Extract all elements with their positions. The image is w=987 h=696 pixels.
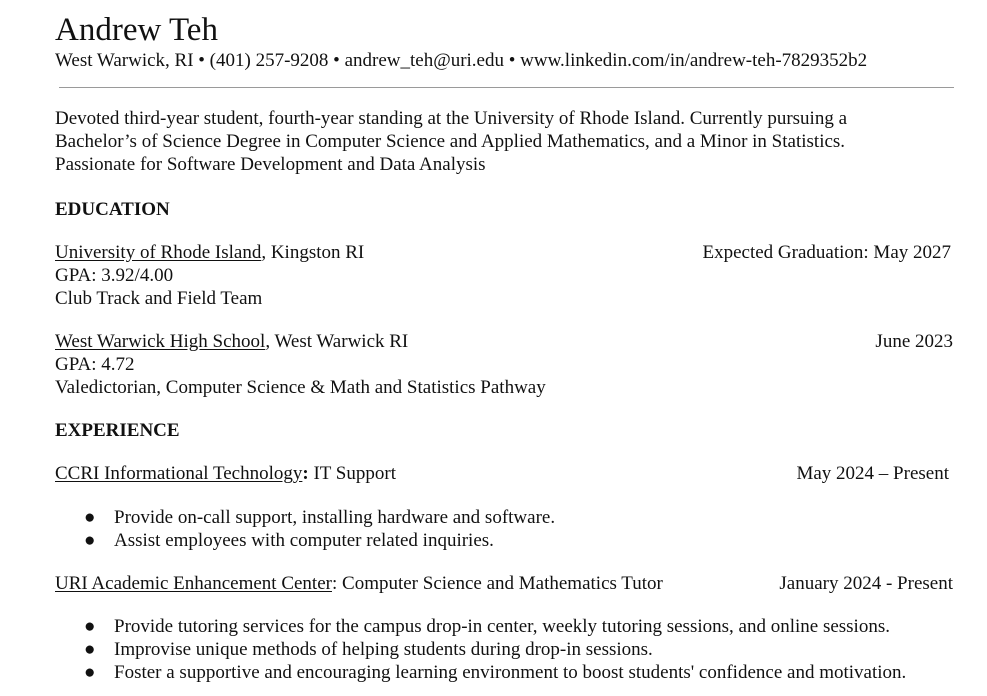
- education-entry-title: University of Rhode Island, Kingston RI: [55, 241, 364, 264]
- summary-line: Passionate for Software Development and …: [55, 154, 486, 175]
- institution-name: University of Rhode Island: [55, 242, 262, 263]
- institution-location: , Kingston RI: [261, 242, 365, 263]
- organization-name: URI Academic Enhancement Center: [55, 573, 332, 594]
- education-detail: GPA: 4.72: [55, 354, 135, 375]
- experience-date: January 2024 - Present: [779, 573, 953, 594]
- education-detail: Club Track and Field Team: [55, 288, 263, 309]
- experience-entry-title: URI Academic Enhancement Center: Compute…: [55, 572, 663, 595]
- experience-date: May 2024 – Present: [796, 463, 949, 484]
- institution-location: , West Warwick RI: [265, 331, 409, 352]
- summary-line: Bachelor’s of Science Degree in Computer…: [55, 131, 846, 152]
- experience-bullets: ● Provide on-call support, installing har…: [55, 506, 555, 552]
- experience-bullets: ● Provide tutoring services for the campu…: [55, 615, 906, 684]
- bullet-item: ● Provide tutoring services for the campu…: [84, 616, 890, 637]
- bullet-icon: ●: [84, 662, 96, 683]
- candidate-name: Andrew Teh: [55, 12, 218, 48]
- summary-line: Devoted third-year student, fourth-year …: [55, 108, 847, 129]
- bullet-item: ● Foster a supportive and encouraging lea…: [84, 662, 907, 683]
- bullet-icon: ●: [84, 507, 96, 528]
- organization-name: CCRI Informational Technology: [55, 463, 303, 484]
- institution-name: West Warwick High School: [55, 331, 266, 352]
- bullet-item: ● Improvise unique methods of helping stu…: [84, 639, 653, 660]
- education-detail: GPA: 3.92/4.00: [55, 265, 174, 286]
- bullet-icon: ●: [84, 639, 96, 660]
- experience-entry-title: CCRI Informational Technology: IT Suppor…: [55, 462, 396, 485]
- role-title: Computer Science and Mathematics Tutor: [337, 573, 663, 594]
- experience-heading: EXPERIENCE: [55, 420, 180, 441]
- bullet-item: ● Assist employees with computer related …: [84, 530, 494, 551]
- contact-line: West Warwick, RI • (401) 257-9208 • andr…: [55, 50, 868, 71]
- role-title: IT Support: [308, 463, 396, 484]
- bullet-icon: ●: [84, 530, 96, 551]
- bullet-item: ● Provide on-call support, installing har…: [84, 507, 556, 528]
- summary-section: Devoted third-year student, fourth-year …: [55, 107, 955, 176]
- education-date: June 2023: [875, 331, 953, 352]
- education-heading: EDUCATION: [55, 199, 170, 220]
- education-date: Expected Graduation: May 2027: [702, 242, 951, 263]
- education-entry-title: West Warwick High School, West Warwick R…: [55, 330, 408, 353]
- education-detail: Valedictorian, Computer Science & Math a…: [55, 377, 546, 398]
- header-divider: [59, 87, 954, 88]
- bullet-icon: ●: [84, 616, 96, 637]
